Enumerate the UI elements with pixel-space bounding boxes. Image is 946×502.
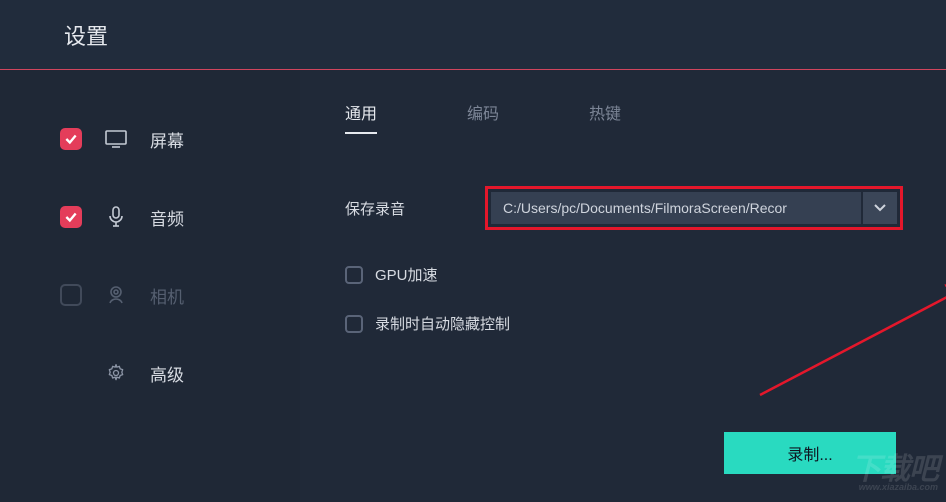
sidebar-item-label: 相机 xyxy=(150,283,184,308)
sidebar-item-label: 屏幕 xyxy=(150,127,184,152)
save-path-field[interactable]: C:/Users/pc/Documents/FilmoraScreen/Reco… xyxy=(491,192,861,224)
microphone-icon xyxy=(104,206,128,228)
sidebar-item-label: 音频 xyxy=(150,205,184,230)
sidebar-item-label: 高级 xyxy=(150,361,184,386)
monitor-icon xyxy=(104,130,128,148)
tabs: 通用 编码 热键 xyxy=(345,100,916,134)
chevron-down-icon xyxy=(873,203,887,213)
checkbox-audio[interactable] xyxy=(60,206,82,228)
gear-icon xyxy=(104,363,128,383)
header: 设置 xyxy=(0,0,946,70)
row-hide-controls: 录制时自动隐藏控制 xyxy=(345,313,916,334)
tab-encoding[interactable]: 编码 xyxy=(467,100,499,134)
row-save-path: 保存录音 C:/Users/pc/Documents/FilmoraScreen… xyxy=(345,186,916,230)
sidebar-item-audio[interactable]: 音频 xyxy=(60,178,300,256)
checkbox-camera[interactable] xyxy=(60,284,82,306)
tab-hotkeys[interactable]: 热键 xyxy=(589,100,621,134)
sidebar-item-camera[interactable]: 相机 xyxy=(60,256,300,334)
camera-icon xyxy=(104,285,128,305)
record-button[interactable]: 录制... xyxy=(724,432,896,474)
checkbox-screen[interactable] xyxy=(60,128,82,150)
sidebar: 屏幕 音频 相机 高级 xyxy=(0,70,300,502)
checkbox-gpu[interactable] xyxy=(345,266,363,284)
checkbox-hide-controls[interactable] xyxy=(345,315,363,333)
sidebar-item-screen[interactable]: 屏幕 xyxy=(60,100,300,178)
main: 屏幕 音频 相机 高级 通用 xyxy=(0,70,946,502)
save-path-label: 保存录音 xyxy=(345,198,485,219)
gpu-label: GPU加速 xyxy=(375,264,438,285)
highlight-box: C:/Users/pc/Documents/FilmoraScreen/Reco… xyxy=(485,186,903,230)
save-path-dropdown-button[interactable] xyxy=(863,192,897,224)
tab-general[interactable]: 通用 xyxy=(345,100,377,134)
hide-controls-label: 录制时自动隐藏控制 xyxy=(375,313,510,334)
row-gpu: GPU加速 xyxy=(345,264,916,285)
page-title: 设置 xyxy=(64,19,108,51)
annotation-arrow xyxy=(730,275,946,405)
sidebar-item-advanced[interactable]: 高级 xyxy=(60,334,300,412)
